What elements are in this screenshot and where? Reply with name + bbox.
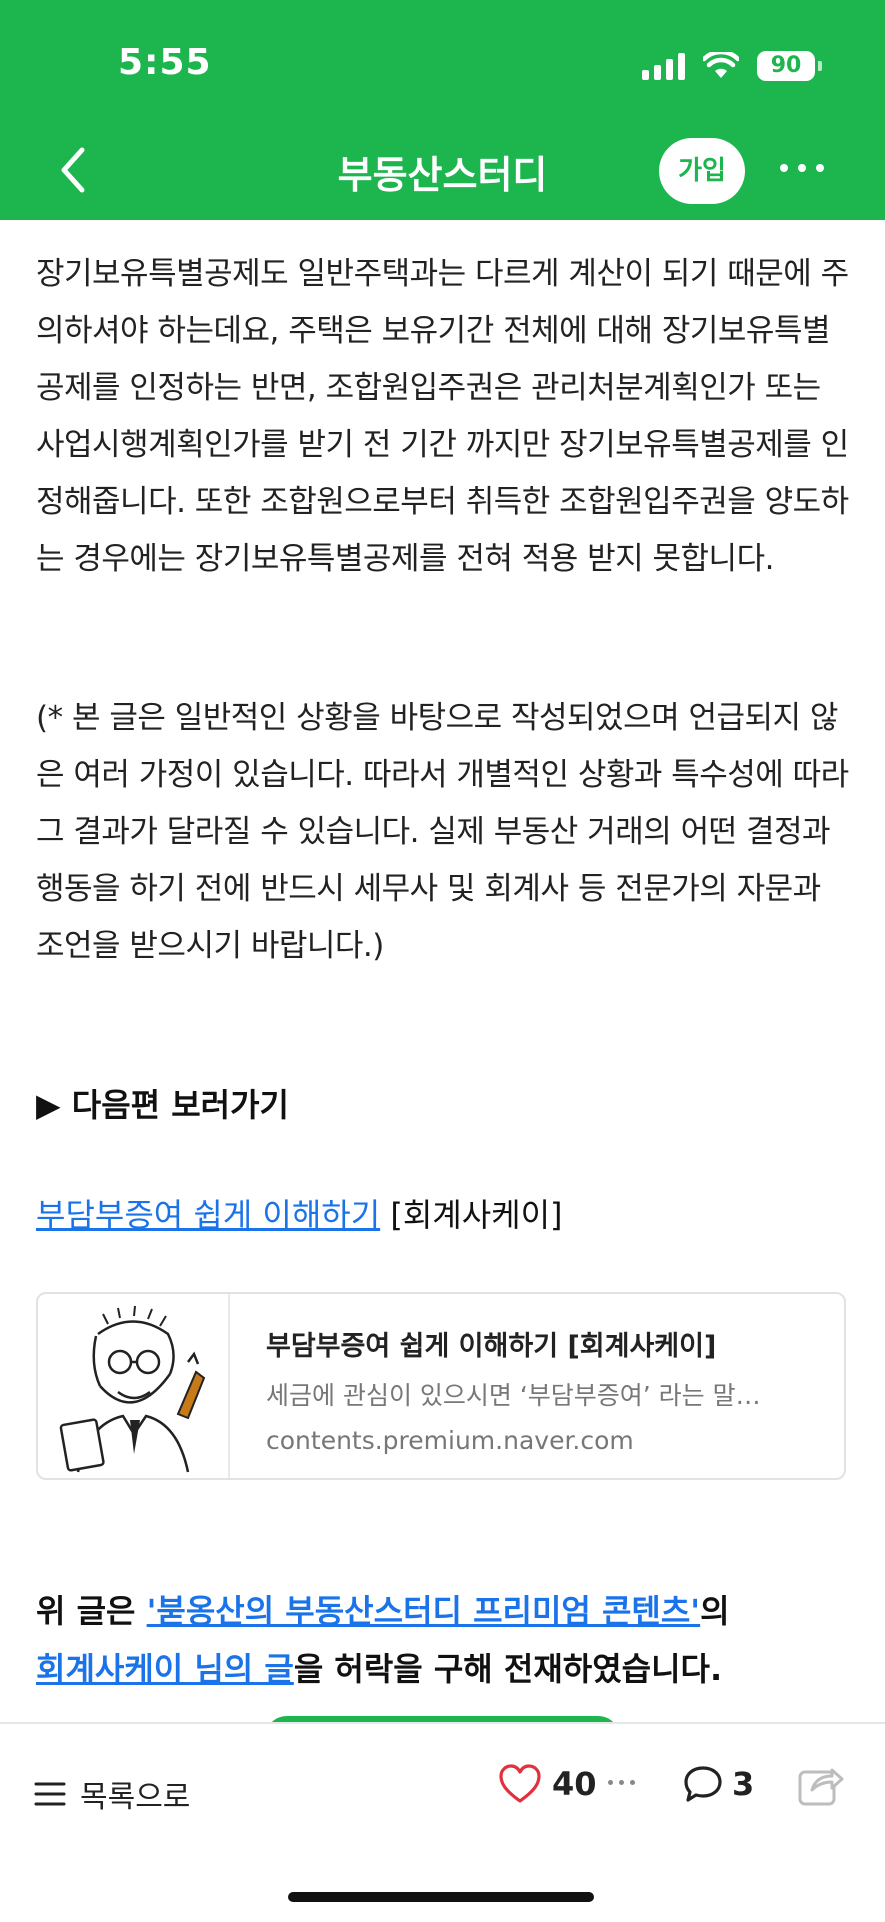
next-post-heading: ▶ 다음편 보러가기: [36, 1086, 289, 1124]
back-to-list-label: 목록으로: [80, 1780, 191, 1815]
back-to-list-button[interactable]: 목록으로: [34, 1772, 190, 1816]
credit-suffix: 을 허락을 구해 전재하였습니다.: [293, 1650, 723, 1688]
next-post-link-suffix: [회계사케이]: [380, 1196, 563, 1234]
join-button[interactable]: 가입: [659, 138, 745, 204]
app-header: 5:55 90 부동산스터디 가입: [0, 0, 885, 220]
cellular-signal-icon: [642, 52, 685, 80]
page-title: 부동산스터디: [337, 153, 548, 197]
more-reactions-icon[interactable]: [608, 1780, 635, 1785]
heart-icon: [499, 1764, 541, 1803]
card-url: contents.premium.naver.com: [266, 1426, 634, 1455]
link-preview-card[interactable]: 부담부증여 쉽게 이해하기 [회계사케이] 세금에 관심이 있으시면 ‘부담부증…: [36, 1292, 846, 1480]
disclaimer-paragraph: (* 본 글은 일반적인 상황을 바탕으로 작성되었으며 언급되지 않은 여러 …: [36, 700, 849, 964]
article-paragraph: 장기보유특별공제도 일반주택과는 다르게 계산이 되기 때문에 주의하셔야 하는…: [36, 256, 849, 577]
share-icon[interactable]: [796, 1762, 844, 1808]
card-title: 부담부증여 쉽게 이해하기 [회계사케이]: [266, 1331, 717, 1362]
author-post-link[interactable]: 회계사케이 님의 글: [36, 1650, 294, 1688]
credit-mid: 의: [700, 1592, 730, 1630]
comment-button[interactable]: 3: [682, 1764, 754, 1804]
next-post-link[interactable]: 부담부증여 쉽게 이해하기: [36, 1196, 380, 1234]
more-options-icon[interactable]: [780, 158, 830, 178]
like-button[interactable]: 40: [498, 1764, 597, 1804]
list-menu-icon: [34, 1782, 66, 1806]
comment-bubble-icon: [684, 1766, 722, 1802]
cartoon-accountant-image: [59, 1305, 206, 1473]
premium-content-link[interactable]: '붇옹산의 부동산스터디 프리미엄 콘텐츠': [147, 1592, 701, 1630]
home-indicator: [288, 1892, 594, 1902]
like-count: 40: [552, 1765, 597, 1803]
next-post-link-line: 부담부증여 쉽게 이해하기 [회계사케이]: [36, 1190, 563, 1236]
status-time: 5:55: [118, 42, 212, 83]
wifi-icon: [703, 52, 739, 78]
status-icons: 90: [642, 46, 822, 86]
card-thumbnail: [38, 1294, 230, 1478]
card-description: 세금에 관심이 있으시면 ‘부담부증여’ 라는 말…: [266, 1381, 761, 1410]
credit-notice: 위 글은 '붇옹산의 부동산스터디 프리미엄 콘텐츠'의 회계사케이 님의 글을…: [36, 1582, 856, 1698]
battery-indicator: 90: [757, 51, 822, 81]
comment-count: 3: [732, 1765, 755, 1803]
credit-prefix: 위 글은: [36, 1592, 147, 1630]
